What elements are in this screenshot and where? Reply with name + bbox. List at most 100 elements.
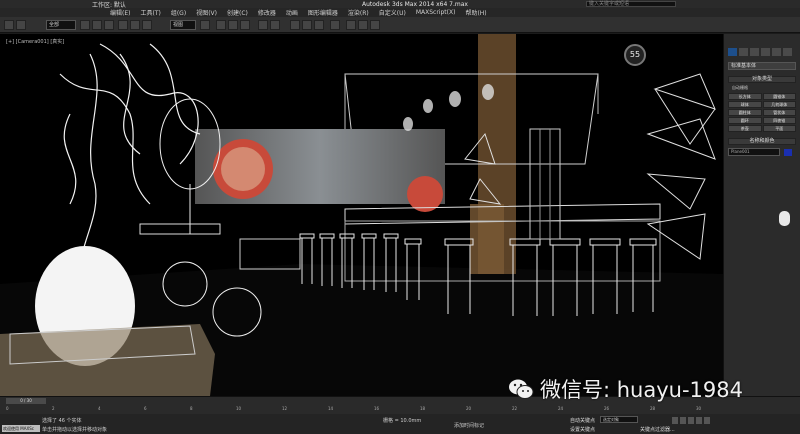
menu-item[interactable]: 图形编辑器 bbox=[308, 8, 338, 17]
watermark-text: 微信号: huayu-1984 bbox=[540, 378, 743, 402]
object-name-input[interactable]: Plane001 bbox=[728, 148, 780, 156]
select-by-name-icon[interactable] bbox=[92, 20, 102, 30]
menu-item[interactable]: 自定义(U) bbox=[379, 8, 406, 17]
redo-icon[interactable] bbox=[16, 20, 26, 30]
cylinder-button[interactable]: 圆柱体 bbox=[728, 109, 762, 116]
geosphere-button[interactable]: 几何球体 bbox=[762, 101, 796, 108]
menu-item[interactable]: MAXScript(X) bbox=[416, 9, 456, 16]
menu-item[interactable]: 编辑(E) bbox=[110, 8, 130, 17]
sphere-button[interactable]: 球体 bbox=[728, 101, 762, 108]
auto-key-button[interactable]: 自动关键点 bbox=[570, 417, 595, 424]
menu-item[interactable]: 工具(T) bbox=[140, 8, 160, 17]
percent-snap-icon[interactable] bbox=[240, 20, 250, 30]
render-icon[interactable] bbox=[370, 20, 380, 30]
render-setup-icon[interactable] bbox=[346, 20, 356, 30]
search-input[interactable]: 键入关键字或短语 bbox=[586, 1, 676, 7]
rect-region-icon[interactable] bbox=[104, 20, 114, 30]
schematic-view-icon[interactable] bbox=[314, 20, 324, 30]
menu-item[interactable]: 修改器 bbox=[258, 8, 276, 17]
viewport-label[interactable]: [+] [Camera001] [真实] bbox=[6, 38, 64, 45]
rotate-icon[interactable] bbox=[130, 20, 140, 30]
create-tab-icon[interactable] bbox=[728, 48, 737, 56]
reference-coord-dropdown[interactable]: 视图 bbox=[170, 20, 196, 30]
autogrid-checkbox[interactable]: 自动栅格 bbox=[732, 85, 748, 91]
selection-filter-dropdown[interactable]: 全部 bbox=[46, 20, 76, 30]
scale-icon[interactable] bbox=[142, 20, 152, 30]
object-type-rollout[interactable]: 对象类型 bbox=[728, 76, 796, 83]
tick-label: 12 bbox=[282, 406, 288, 411]
selection-count: 选择了 46 个实体 bbox=[42, 418, 82, 424]
material-editor-icon[interactable] bbox=[330, 20, 340, 30]
category-dropdown[interactable]: 标准基本体 bbox=[728, 62, 796, 70]
camera-viewport[interactable]: [+] [Camera001] [真实] bbox=[0, 34, 723, 396]
layer-manager-icon[interactable] bbox=[290, 20, 300, 30]
tick-label: 0 bbox=[6, 406, 9, 411]
motion-tab-icon[interactable] bbox=[761, 48, 770, 56]
tick-label: 30 bbox=[696, 406, 702, 411]
hierarchy-tab-icon[interactable] bbox=[750, 48, 759, 56]
selected-object-dropdown[interactable]: 选定对象 bbox=[600, 416, 638, 423]
select-object-icon[interactable] bbox=[80, 20, 90, 30]
snap-icon[interactable] bbox=[216, 20, 226, 30]
torus-button[interactable]: 圆环 bbox=[728, 117, 762, 124]
tick-label: 28 bbox=[650, 406, 656, 411]
modify-tab-icon[interactable] bbox=[739, 48, 748, 56]
pivot-icon[interactable] bbox=[200, 20, 210, 30]
object-color-swatch[interactable] bbox=[784, 149, 792, 156]
angle-snap-icon[interactable] bbox=[228, 20, 238, 30]
tick-label: 10 bbox=[236, 406, 242, 411]
menu-item[interactable]: 创建(C) bbox=[227, 8, 248, 17]
menu-item[interactable]: 组(G) bbox=[171, 8, 186, 17]
cone-button[interactable]: 圆锥体 bbox=[762, 93, 796, 100]
render-frame-icon[interactable] bbox=[358, 20, 368, 30]
mouse-icon bbox=[779, 211, 790, 226]
teapot-button[interactable]: 茶壶 bbox=[728, 125, 762, 132]
menu-item[interactable]: 视图(V) bbox=[196, 8, 217, 17]
view-cube[interactable]: 55 bbox=[624, 44, 646, 66]
tick-label: 20 bbox=[466, 406, 472, 411]
tick-label: 4 bbox=[98, 406, 101, 411]
next-frame-icon[interactable] bbox=[696, 417, 702, 424]
undo-icon[interactable] bbox=[4, 20, 14, 30]
track-bar[interactable]: 0 2 4 6 8 10 12 14 16 18 20 22 24 26 28 … bbox=[6, 406, 718, 414]
tick-label: 24 bbox=[558, 406, 564, 411]
wireframe-scene bbox=[0, 34, 723, 396]
previous-frame-icon[interactable] bbox=[680, 417, 686, 424]
key-filters-button[interactable]: 关键点过滤器... bbox=[640, 426, 675, 433]
go-to-start-icon[interactable] bbox=[672, 417, 678, 424]
tick-label: 22 bbox=[512, 406, 518, 411]
wechat-icon bbox=[509, 379, 534, 399]
status-bar: 欢迎使用 MAXSc 选择了 46 个实体 单击并拖动以选择并移动对象 栅格 =… bbox=[0, 414, 800, 434]
grid-size: 栅格 = 10.0mm bbox=[383, 418, 422, 424]
tick-label: 2 bbox=[52, 406, 55, 411]
utilities-tab-icon[interactable] bbox=[783, 48, 792, 56]
curve-editor-icon[interactable] bbox=[302, 20, 312, 30]
play-icon[interactable] bbox=[688, 417, 694, 424]
tick-label: 14 bbox=[328, 406, 334, 411]
title-bar: 工作区: 默认 Autodesk 3ds Max 2014 x64 7.max … bbox=[0, 0, 800, 9]
plane-button[interactable]: 平面 bbox=[762, 125, 796, 132]
time-slider[interactable]: 0 / 30 bbox=[6, 398, 46, 404]
mirror-icon[interactable] bbox=[258, 20, 268, 30]
tick-label: 18 bbox=[420, 406, 426, 411]
prompt-line: 单击并拖动以选择并移动对象 bbox=[42, 427, 108, 433]
add-time-tag-button[interactable]: 添加时间标记 bbox=[454, 422, 484, 429]
menu-item[interactable]: 渲染(R) bbox=[348, 8, 369, 17]
command-panel-tabs bbox=[728, 48, 796, 56]
go-to-end-icon[interactable] bbox=[704, 417, 710, 424]
menu-bar: 编辑(E) 工具(T) 组(G) 视图(V) 创建(C) 修改器 动画 图形编辑… bbox=[0, 8, 800, 17]
pyramid-button[interactable]: 四棱锥 bbox=[762, 117, 796, 124]
align-icon[interactable] bbox=[270, 20, 280, 30]
tick-label: 16 bbox=[374, 406, 380, 411]
tick-label: 26 bbox=[604, 406, 610, 411]
display-tab-icon[interactable] bbox=[772, 48, 781, 56]
box-button[interactable]: 长方体 bbox=[728, 93, 762, 100]
menu-item[interactable]: 动画 bbox=[286, 8, 298, 17]
move-icon[interactable] bbox=[118, 20, 128, 30]
name-color-rollout[interactable]: 名称和颜色 bbox=[728, 138, 796, 145]
set-key-button[interactable]: 设置关键点 bbox=[570, 426, 595, 433]
main-toolbar: 全部 视图 bbox=[0, 17, 800, 33]
menu-item[interactable]: 帮助(H) bbox=[465, 8, 486, 17]
maxscript-listener[interactable]: 欢迎使用 MAXSc bbox=[2, 425, 40, 432]
tube-button[interactable]: 管状体 bbox=[762, 109, 796, 116]
